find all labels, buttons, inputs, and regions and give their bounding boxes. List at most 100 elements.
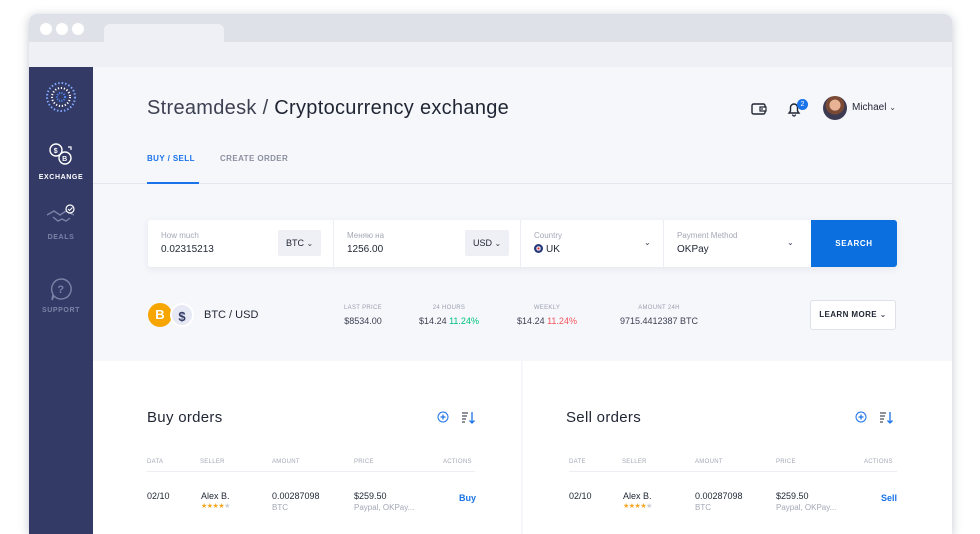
exchange-icon: $ B [49, 143, 72, 165]
currency-select-btc[interactable]: BTC ⌄ [278, 230, 322, 256]
column-header-seller: SELLER [622, 459, 647, 465]
change-field[interactable]: Меняю на 1256.00 USD ⌄ [334, 220, 521, 267]
chevron-down-icon: ⌄ [644, 238, 651, 247]
window-dot-minimize[interactable] [56, 23, 68, 35]
svg-text:$: $ [54, 148, 59, 155]
dollar-icon: $ [170, 303, 194, 327]
search-form: How much 0.02315213 BTC ⌄ Меняю на 1256.… [148, 220, 897, 267]
order-date: 02/10 [569, 491, 592, 501]
sidebar: $ B EXCHANGE DEALS ? SUPPORT [29, 67, 93, 534]
payment-method-value: OKPay [677, 244, 709, 255]
sell-button[interactable]: Sell [881, 493, 897, 503]
browser-toolbar [29, 42, 952, 67]
stat-change-negative: 11.24% [547, 316, 577, 326]
stat-value: $14.24 11.24% [404, 316, 494, 326]
window-dot-close[interactable] [40, 23, 52, 35]
sort-icon[interactable] [461, 411, 475, 425]
column-header-actions: ACTIONS [443, 459, 472, 465]
browser-chrome [29, 14, 952, 67]
buy-button[interactable]: Buy [459, 493, 476, 503]
currency-label: BTC [286, 238, 304, 248]
stat-price: $14.24 [419, 316, 447, 326]
order-date: 02/10 [147, 491, 170, 501]
stat-change-positive: 11.24% [449, 316, 479, 326]
user-menu[interactable]: Michael ⌄ [852, 102, 896, 113]
chevron-down-icon: ⌄ [889, 103, 896, 112]
column-header-amount: AMOUNT [695, 459, 723, 465]
change-label: Меняю на [347, 231, 385, 240]
stat-label: AMOUNT 24H [638, 305, 680, 311]
window-dot-maximize[interactable] [72, 23, 84, 35]
amount-unit: BTC [695, 503, 711, 512]
change-value[interactable]: 1256.00 [347, 244, 383, 255]
stat-value: $8534.00 [344, 316, 382, 326]
user-name: Michael [852, 102, 887, 113]
page-name: Cryptocurrency exchange [274, 97, 510, 119]
tabs-divider [93, 183, 952, 184]
learn-more-label: LEARN MORE [819, 310, 878, 319]
help-icon: ? [50, 278, 72, 301]
sidebar-item-label: DEALS [47, 234, 75, 241]
stat-value: $14.24 11.24% [502, 316, 592, 326]
seller-name[interactable]: Alex B. [623, 491, 652, 501]
avatar[interactable] [823, 96, 847, 120]
sort-icon[interactable] [879, 411, 893, 425]
payment-method-select[interactable]: Payment Method OKPay ⌄ [664, 220, 811, 267]
tab-buy-sell[interactable]: BUY / SELL [147, 154, 195, 163]
column-header-date: DATE [569, 459, 586, 465]
order-price: $259.50 [776, 491, 809, 501]
tab-create-order[interactable]: CREATE ORDER [220, 154, 288, 163]
learn-more-button[interactable]: LEARN MORE ⌄ [810, 300, 896, 330]
active-tab-indicator [147, 182, 199, 184]
payment-methods: Paypal, OKPay... [776, 503, 837, 512]
add-icon[interactable] [855, 411, 867, 423]
how-much-value[interactable]: 0.02315213 [161, 244, 214, 255]
browser-window: $ B EXCHANGE DEALS ? SUPPORT Streamdesk … [29, 14, 952, 534]
column-header-seller: SELLER [200, 459, 225, 465]
sidebar-item-deals[interactable]: DEALS [29, 203, 93, 241]
logo-icon[interactable] [45, 81, 77, 113]
title-separator: / [256, 97, 275, 119]
column-header-actions: ACTIONS [864, 459, 893, 465]
stat-label: 24 HOURS [432, 305, 466, 311]
country-select[interactable]: Country UK ⌄ [521, 220, 664, 267]
chevron-down-icon: ⌄ [787, 238, 794, 247]
seller-rating: ★★★★★ [623, 503, 652, 510]
search-button[interactable]: SEARCH [811, 220, 897, 267]
buy-orders-title: Buy orders [147, 409, 223, 426]
amount-unit: BTC [272, 503, 288, 512]
stat-last-price: LAST PRICE $8534.00 [318, 305, 408, 326]
sidebar-item-exchange[interactable]: $ B EXCHANGE [29, 141, 93, 181]
stat-weekly: WEEKLY $14.24 11.24% [502, 305, 592, 326]
currency-select-usd[interactable]: USD ⌄ [465, 230, 510, 256]
currency-label: USD [473, 238, 493, 248]
how-much-field[interactable]: How much 0.02315213 BTC ⌄ [148, 220, 334, 267]
chevron-down-icon: ⌄ [494, 239, 502, 248]
svg-text:?: ? [57, 284, 64, 296]
stat-amount-24h: AMOUNT 24H 9715.4412387 BTC [609, 305, 709, 326]
stat-24-hours: 24 HOURS $14.24 11.24% [404, 305, 494, 326]
svg-text:B: B [62, 156, 68, 163]
country-value: UK [534, 244, 560, 255]
sell-orders-panel: Sell orders DATE SELLER AMOUNT PRICE ACT… [523, 361, 952, 534]
seller-name[interactable]: Alex B. [201, 491, 230, 501]
chevron-down-icon: ⌄ [306, 239, 314, 248]
sidebar-item-support[interactable]: ? SUPPORT [29, 276, 93, 314]
column-header-price: PRICE [354, 459, 374, 465]
stat-label: LAST PRICE [344, 305, 382, 311]
page-title: Streamdesk / Cryptocurrency exchange [147, 97, 509, 120]
order-price: $259.50 [354, 491, 387, 501]
stat-label: WEEKLY [533, 305, 561, 311]
brand-name: Streamdesk [147, 97, 257, 119]
sidebar-item-label: EXCHANGE [38, 174, 84, 181]
seller-rating: ★★★★★ [201, 503, 230, 510]
chevron-down-icon: ⌄ [879, 310, 887, 319]
stat-price: $14.24 [517, 316, 545, 326]
header-divider [147, 471, 475, 472]
wallet-icon[interactable] [751, 102, 767, 116]
handshake-icon [46, 204, 75, 222]
add-icon[interactable] [437, 411, 449, 423]
bitcoin-icon: B [148, 303, 172, 327]
main-content: Streamdesk / Cryptocurrency exchange 2 M… [93, 67, 952, 534]
sell-orders-title: Sell orders [566, 409, 641, 426]
